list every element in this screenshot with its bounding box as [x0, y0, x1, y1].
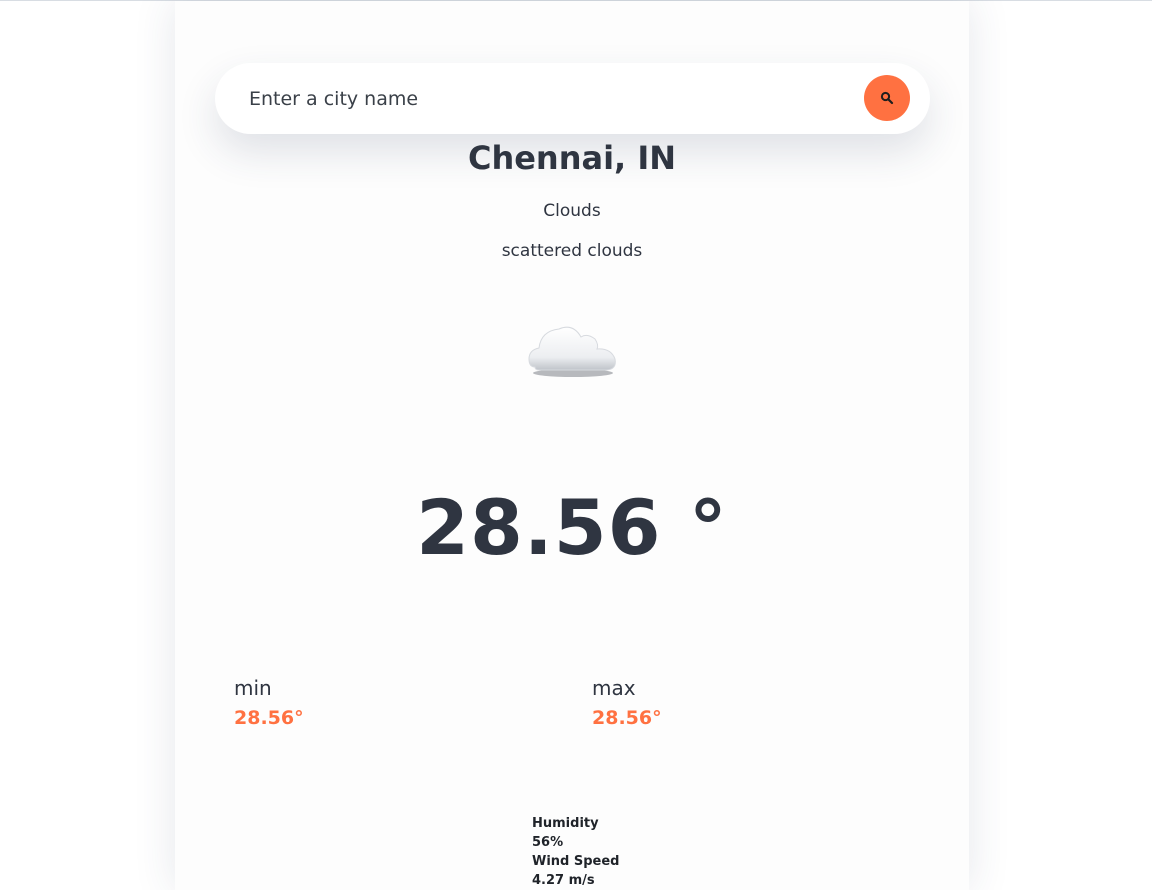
- humidity-label: Humidity: [532, 816, 599, 831]
- max-label: max: [592, 676, 636, 700]
- min-temperature: 28.56°: [234, 707, 304, 729]
- current-temperature: 28.56 °: [416, 483, 728, 572]
- cloud-icon: [528, 326, 616, 377]
- wind-speed-value: 4.27 m/s: [532, 873, 595, 888]
- weather-card: Chennai, IN Clouds scattered clouds 28.5…: [175, 1, 969, 890]
- weather-details: Humidity 56% Wind Speed 4.27 m/s: [532, 814, 620, 890]
- search-bar: [215, 63, 930, 134]
- weather-main: Clouds: [543, 201, 601, 221]
- min-label: min: [234, 676, 272, 700]
- humidity-value: 56%: [532, 835, 564, 850]
- search-icon: [880, 91, 894, 105]
- wind-speed-label: Wind Speed: [532, 854, 620, 869]
- search-button[interactable]: [864, 75, 910, 121]
- city-name: Chennai, IN: [467, 139, 677, 177]
- weather-description: scattered clouds: [501, 241, 643, 261]
- max-temperature: 28.56°: [592, 707, 662, 729]
- city-search-input[interactable]: [247, 86, 831, 111]
